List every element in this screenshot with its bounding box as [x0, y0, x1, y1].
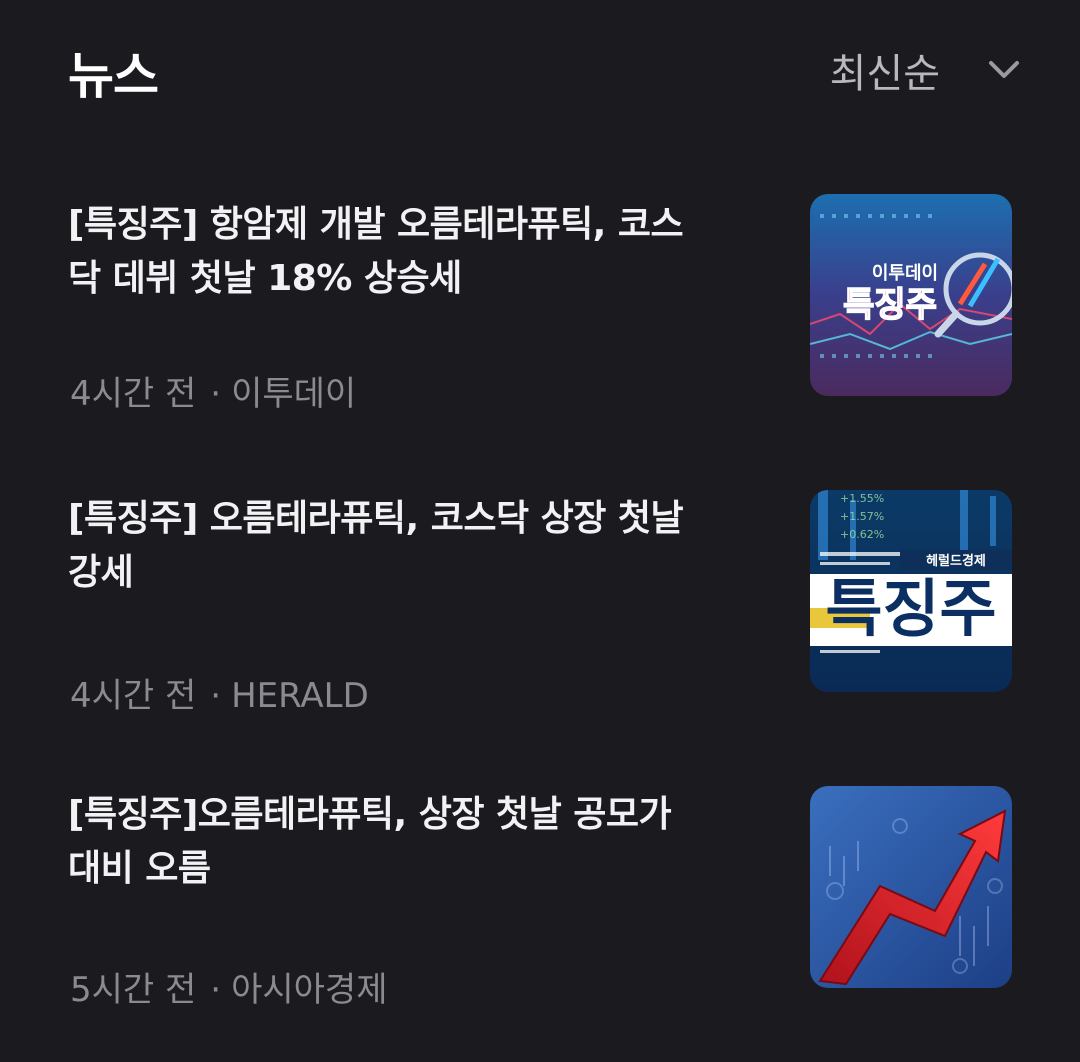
meta-separator: ·: [210, 676, 222, 716]
news-time: 5시간 전: [70, 970, 197, 1010]
thumbnail-caption-top: 헤럴드경제: [926, 553, 986, 569]
news-thumbnail[interactable]: 이투데이 특징주: [810, 194, 1012, 396]
news-item[interactable]: [특징주] 오름테라퓨틱, 코스닥 상장 첫날 강세 4시간 전 · HERALD …: [0, 490, 1080, 732]
sort-label: 최신순: [829, 51, 940, 97]
news-time: 4시간 전: [70, 374, 197, 414]
thumbnail-image-2: +1.55% +1.57% +0.62% 헤럴드경제 특징주: [810, 490, 1012, 692]
sort-dropdown[interactable]: 최신순: [830, 40, 1020, 100]
news-meta: 4시간 전 · HERALD: [70, 668, 369, 717]
news-title: [특징주]오름테라퓨틱, 상장 첫날 공모가 대비 오름: [68, 794, 672, 889]
news-title: [특징주] 오름테라퓨틱, 코스닥 상장 첫날 강세: [68, 498, 684, 593]
thumbnail-caption-main: 특징주: [843, 285, 937, 325]
news-source: 이투데이: [231, 374, 357, 414]
thumbnail-caption-main: 특징주: [825, 572, 996, 645]
news-thumbnail[interactable]: [810, 786, 1012, 988]
svg-text:+1.55%: +1.55%: [840, 492, 884, 505]
svg-text:+0.62%: +0.62%: [840, 528, 884, 541]
news-item[interactable]: [특징주]오름테라퓨틱, 상장 첫날 공모가 대비 오름 5시간 전 · 아시아경제: [0, 786, 1080, 1028]
news-source: 아시아경제: [231, 970, 388, 1010]
news-thumbnail[interactable]: +1.55% +1.57% +0.62% 헤럴드경제 특징주: [810, 490, 1012, 692]
news-time: 4시간 전: [70, 676, 197, 716]
thumbnail-image-3: [810, 786, 1012, 988]
thumbnail-image-1: 이투데이 특징주: [810, 194, 1012, 396]
svg-text:+1.57%: +1.57%: [840, 510, 884, 523]
thumbnail-caption-top: 이투데이: [872, 263, 938, 284]
header: 뉴스 최신순: [0, 0, 1080, 140]
chevron-down-icon: [989, 61, 1019, 78]
page-title: 뉴스: [68, 47, 159, 105]
news-source: HERALD: [231, 676, 369, 716]
meta-separator: ·: [210, 374, 222, 414]
news-item[interactable]: [특징주] 항암제 개발 오름테라퓨틱, 코스닥 데뷔 첫날 18% 상승세 4…: [0, 194, 1080, 436]
news-meta: 4시간 전 · 이투데이: [70, 366, 356, 415]
news-meta: 5시간 전 · 아시아경제: [70, 962, 388, 1011]
meta-separator: ·: [210, 970, 222, 1010]
news-title: [특징주] 항암제 개발 오름테라퓨틱, 코스닥 데뷔 첫날 18% 상승세: [68, 204, 684, 299]
